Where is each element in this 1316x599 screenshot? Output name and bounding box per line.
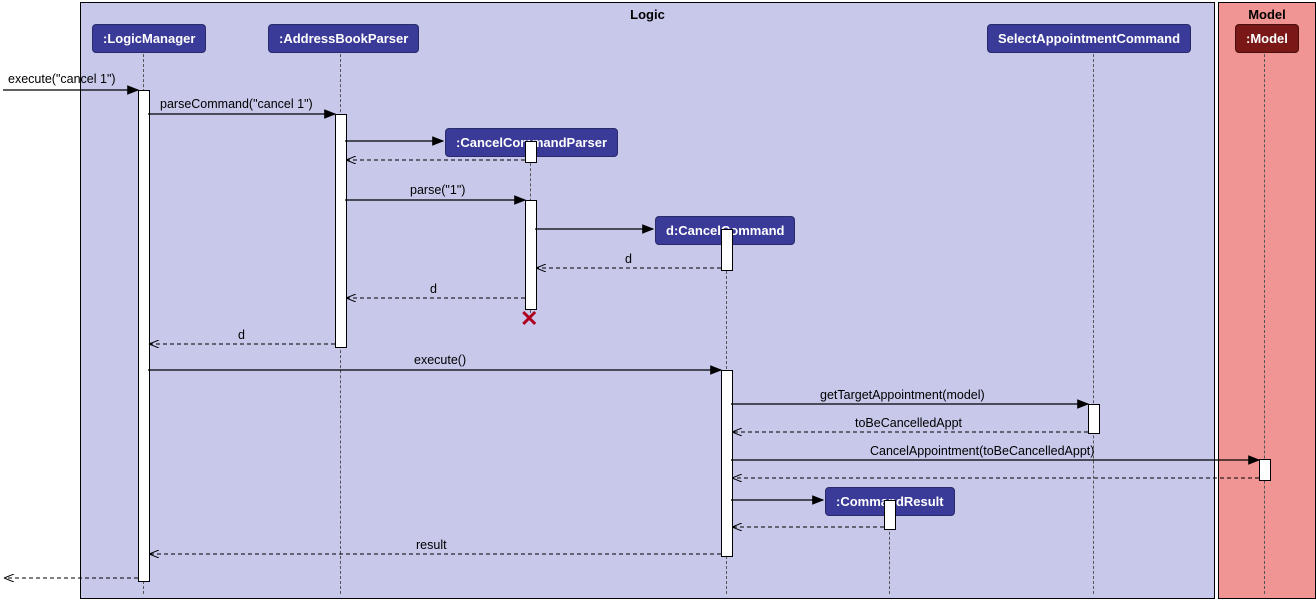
msg-d1: d: [625, 252, 632, 266]
frame-model-label: Model: [1248, 3, 1286, 22]
msg-parse-command: parseCommand("cancel 1"): [160, 97, 313, 111]
msg-result: result: [416, 538, 447, 552]
participant-model: :Model: [1235, 24, 1299, 53]
destroy-icon: ✕: [520, 308, 538, 330]
sequence-diagram: Logic Model :LogicManager :AddressBookPa…: [0, 0, 1316, 599]
msg-to-be-cancelled: toBeCancelledAppt: [855, 416, 962, 430]
frame-logic-label: Logic: [630, 3, 665, 22]
participant-address-book-parser: :AddressBookParser: [268, 24, 419, 53]
msg-get-target: getTargetAppointment(model): [820, 388, 985, 402]
activation-address-book-parser: [335, 114, 347, 348]
msg-parse: parse("1"): [410, 183, 465, 197]
activation-cancel-parser-1: [525, 141, 537, 163]
activation-command-result: [884, 500, 896, 530]
activation-model: [1259, 459, 1271, 481]
participant-logic-manager: :LogicManager: [92, 24, 206, 53]
msg-d2: d: [430, 282, 437, 296]
frame-logic: Logic: [80, 2, 1215, 599]
activation-cancel-cmd-2: [721, 370, 733, 557]
activation-logic-manager: [138, 90, 150, 582]
msg-execute2: execute(): [414, 353, 466, 367]
activation-cancel-parser-2: [525, 200, 537, 310]
lifeline-model: [1264, 54, 1265, 594]
activation-cancel-cmd-1: [721, 229, 733, 271]
msg-cancel-appt: CancelAppointment(toBeCancelledAppt): [870, 444, 1094, 458]
activation-select: [1088, 404, 1100, 434]
lifeline-select-appointment-command: [1093, 54, 1094, 594]
msg-d3: d: [238, 328, 245, 342]
frame-model: Model: [1218, 2, 1316, 599]
participant-select-appointment-command: SelectAppointmentCommand: [987, 24, 1191, 53]
msg-execute1: execute("cancel 1"): [8, 72, 116, 86]
